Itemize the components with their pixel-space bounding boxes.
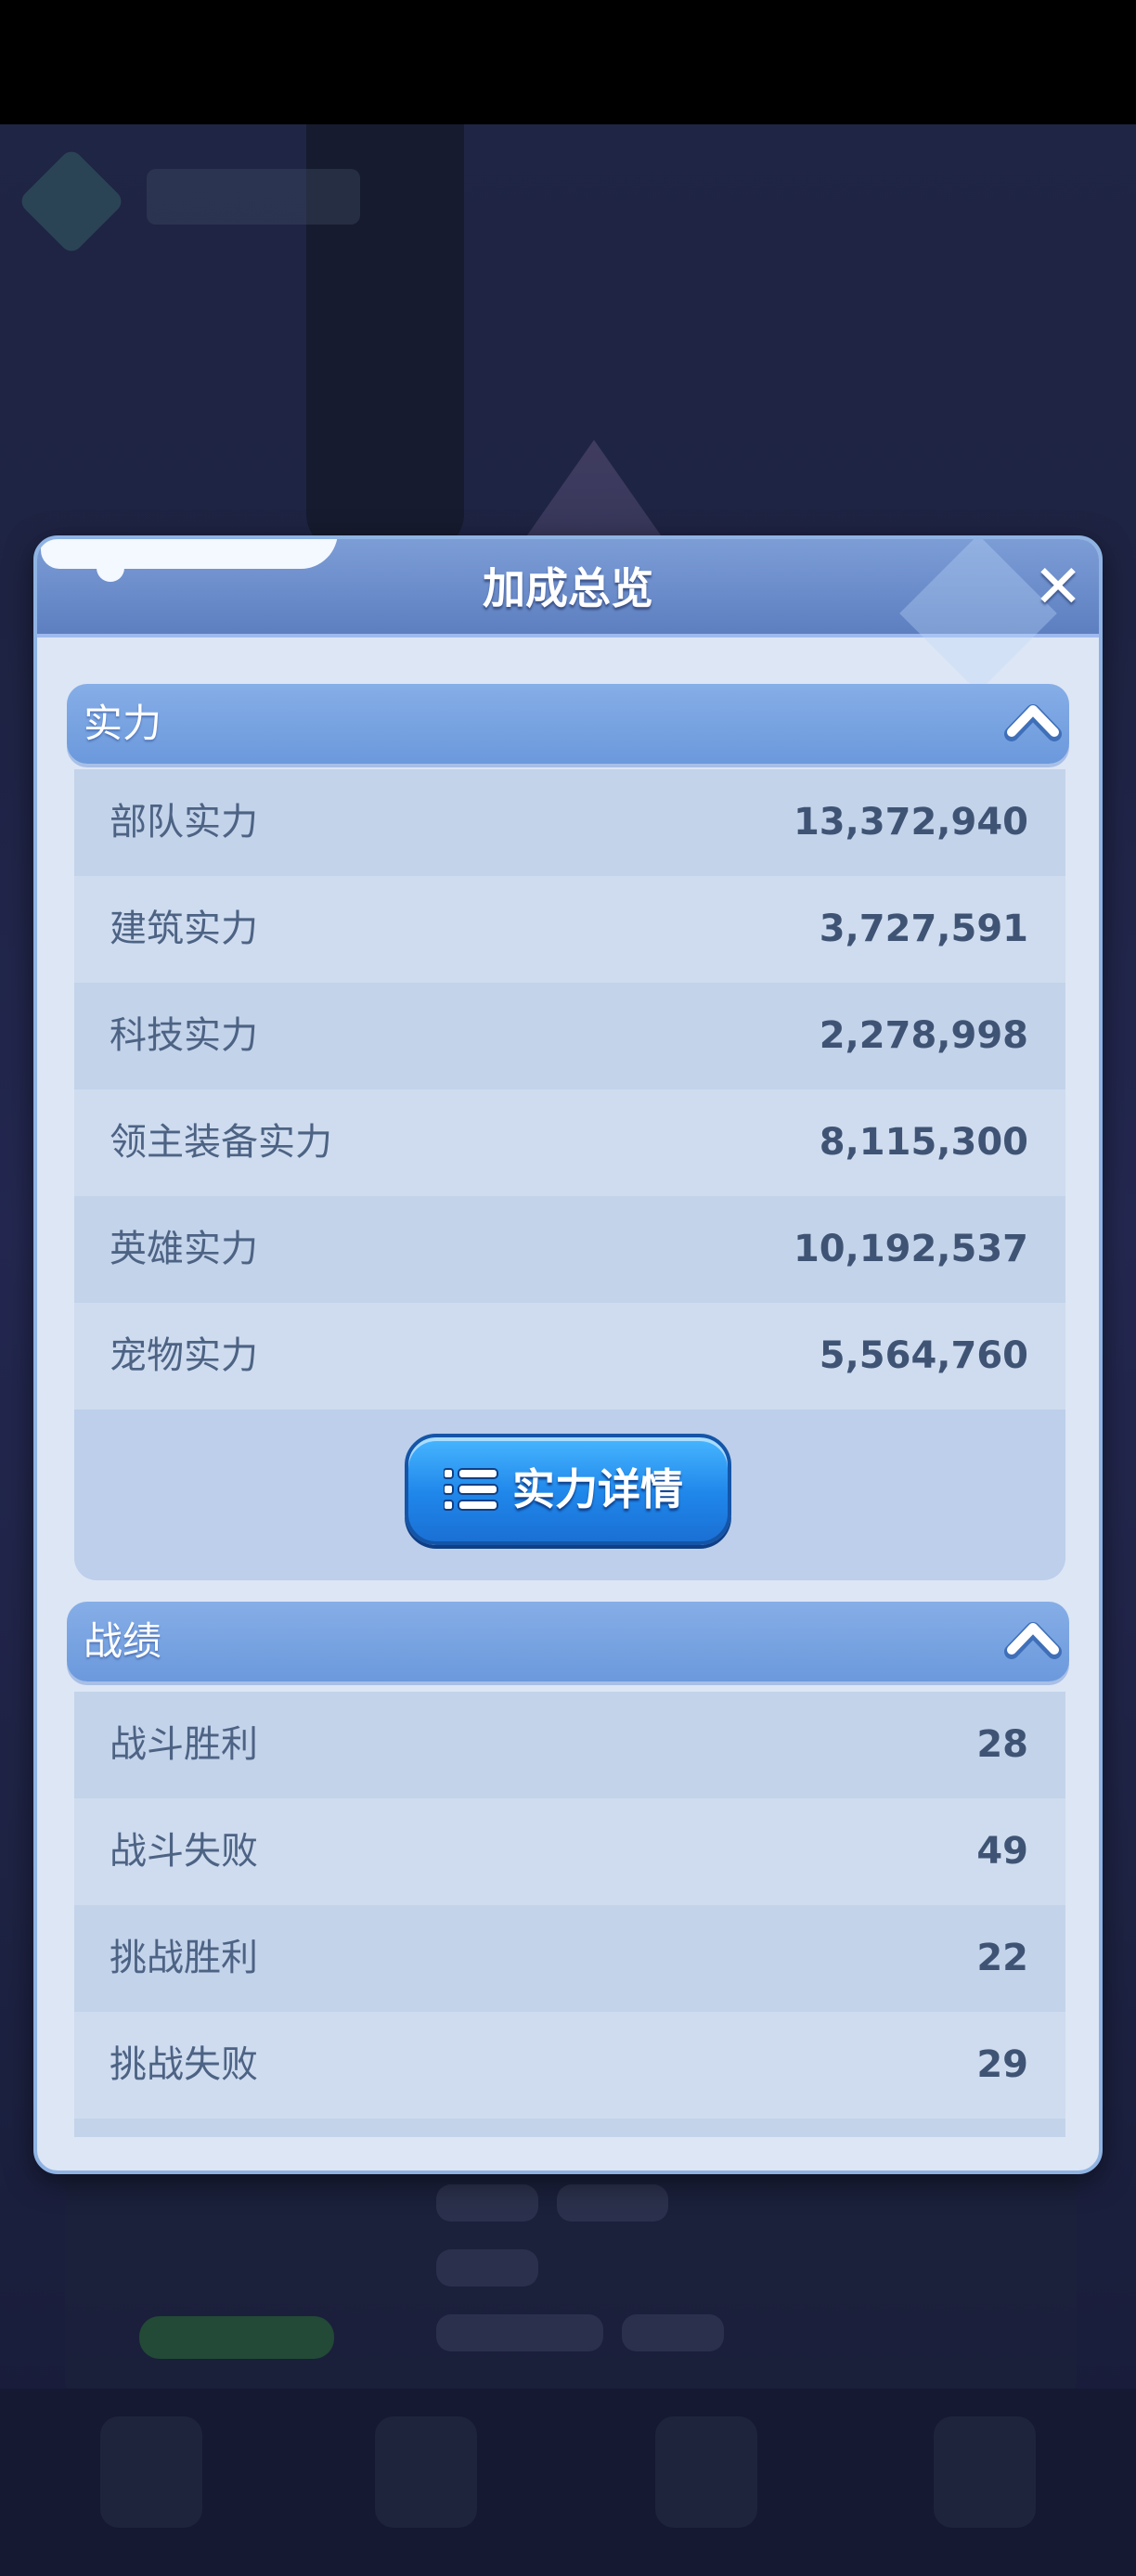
row-label: 建筑实力 [110,908,258,950]
close-button[interactable]: ✕ [1028,558,1088,619]
row-value: 10,192,537 [793,1228,1028,1270]
row-value: 5,564,760 [819,1334,1028,1377]
list-item: 战斗胜利 28 [74,1692,1065,1798]
section-header-power[interactable]: 实力 [67,684,1069,764]
row-value: 28 [976,1723,1028,1766]
row-label: 宠物实力 [110,1334,258,1377]
section-title: 实力 [84,701,162,746]
power-details-button[interactable]: 实力详情 [405,1434,731,1545]
list-icon [444,1468,498,1511]
section-title: 战绩 [84,1618,162,1664]
chevron-up-icon[interactable] [1004,1615,1062,1663]
row-label: 战斗失败 [110,1830,258,1873]
row-label: 部队实力 [110,801,258,844]
power-details-label: 实力详情 [512,1464,683,1514]
list-item: 挑战胜利 22 [74,1905,1065,2012]
dialog-header: 加成总览 ✕ [37,539,1099,692]
row-value: 22 [976,1937,1028,1979]
list-item: 战斗失败 49 [74,1798,1065,1905]
bonus-overview-dialog: 加成总览 ✕ 实力 部队实力 13,372,940 建筑实力 3,727,591… [33,535,1103,2174]
dialog-title: 加成总览 [483,563,653,613]
row-value: 3,727,591 [819,908,1028,950]
row-label: 英雄实力 [110,1228,258,1270]
section-header-record[interactable]: 战绩 [67,1602,1069,1681]
row-label: 战斗胜利 [110,1723,258,1766]
list-item: 建筑实力 3,727,591 [74,876,1065,983]
list-item: 部队实力 13,372,940 [74,769,1065,876]
list-item: 领主装备实力 8,115,300 [74,1089,1065,1196]
list-item: 挑战失败 29 [74,2012,1065,2119]
list-item: 宠物实力 5,564,760 [74,1303,1065,1410]
list-item-partial [74,2119,1065,2137]
row-label: 挑战失败 [110,2043,258,2086]
list-item: 科技实力 2,278,998 [74,983,1065,1089]
row-label: 挑战胜利 [110,1937,258,1979]
row-value: 13,372,940 [793,801,1028,844]
list-item: 英雄实力 10,192,537 [74,1196,1065,1303]
row-value: 29 [976,2043,1028,2086]
row-value: 49 [976,1830,1028,1873]
row-value: 2,278,998 [819,1014,1028,1057]
row-label: 领主装备实力 [110,1121,332,1164]
status-bar [0,0,1136,124]
close-icon: ✕ [1033,553,1083,622]
row-value: 8,115,300 [819,1121,1028,1164]
chevron-up-icon[interactable] [1004,697,1062,745]
row-label: 科技实力 [110,1014,258,1057]
